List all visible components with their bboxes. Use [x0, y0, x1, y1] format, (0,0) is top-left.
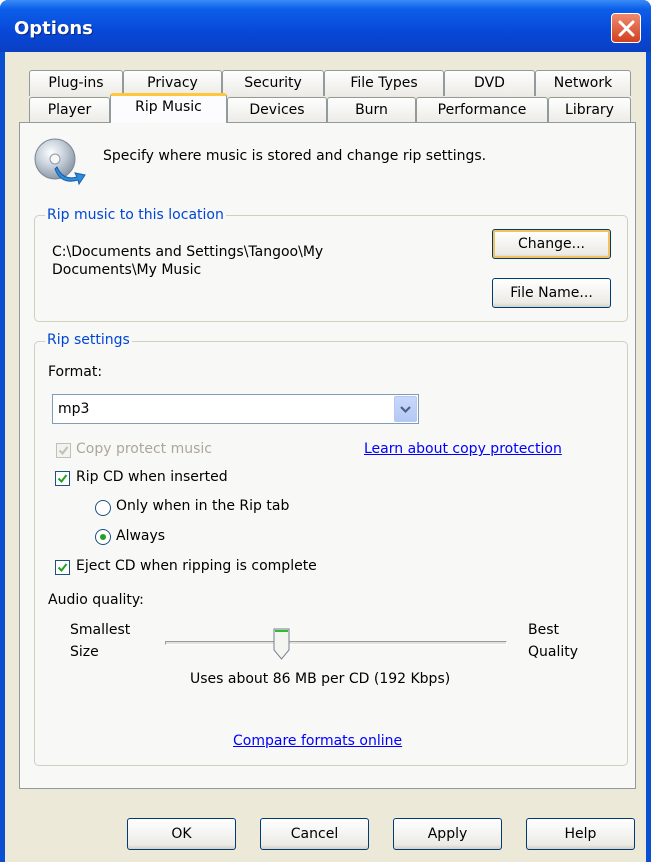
location-path-line1: C:\Documents and Settings\Tangoo\My: [52, 244, 324, 260]
close-icon: [618, 20, 635, 37]
radio-selected-dot: [100, 534, 106, 540]
smallest-size-label-2: Size: [70, 644, 99, 660]
checkmark-icon: [58, 446, 69, 456]
copy-protect-label: Copy protect music: [76, 441, 212, 457]
tab-performance[interactable]: Performance: [416, 97, 548, 123]
format-label: Format:: [48, 364, 103, 380]
tab-description: Specify where music is stored and change…: [103, 148, 487, 164]
smallest-size-label-1: Smallest: [70, 622, 131, 638]
tab-player[interactable]: Player: [29, 97, 110, 123]
location-path-line2: Documents\My Music: [52, 262, 202, 278]
only-rip-tab-radio[interactable]: [95, 500, 111, 516]
close-button[interactable]: [611, 13, 641, 43]
tab-plug-ins[interactable]: Plug-ins: [29, 70, 123, 96]
tab-dvd[interactable]: DVD: [444, 70, 535, 96]
only-rip-tab-label: Only when in the Rip tab: [116, 498, 290, 514]
learn-copy-protection-link[interactable]: Learn about copy protection: [364, 441, 562, 457]
location-group-label: Rip music to this location: [45, 207, 226, 223]
cancel-button[interactable]: Cancel: [260, 818, 369, 850]
tab-burn[interactable]: Burn: [327, 97, 416, 123]
checkmark-icon: [57, 563, 68, 573]
tab-library[interactable]: Library: [548, 97, 631, 123]
best-quality-label-1: Best: [528, 622, 560, 638]
change-button[interactable]: Change...: [492, 229, 611, 259]
audio-quality-slider-track[interactable]: [165, 641, 507, 645]
help-button[interactable]: Help: [526, 818, 635, 850]
tab-network[interactable]: Network: [535, 70, 631, 96]
format-select[interactable]: mp3: [52, 394, 419, 424]
dropdown-arrow-button[interactable]: [394, 396, 417, 422]
eject-label: Eject CD when ripping is complete: [76, 558, 317, 574]
chevron-down-icon: [400, 406, 411, 414]
tab-security[interactable]: Security: [222, 70, 324, 96]
always-radio[interactable]: [95, 529, 111, 545]
tab-rip-music[interactable]: Rip Music: [110, 93, 227, 123]
tab-devices[interactable]: Devices: [227, 97, 327, 123]
file-name-button[interactable]: File Name...: [492, 278, 611, 308]
format-value: mp3: [58, 401, 90, 417]
tab-file-types[interactable]: File Types: [324, 70, 444, 96]
audio-quality-slider-thumb[interactable]: [273, 628, 290, 660]
copy-protect-checkbox: [56, 443, 71, 458]
options-window: Options Plug-ins Privacy Security File T…: [0, 0, 651, 862]
compare-formats-link[interactable]: Compare formats online: [233, 733, 402, 749]
rip-when-inserted-checkbox[interactable]: [55, 471, 70, 486]
window-title: Options: [14, 18, 93, 39]
cd-rip-icon: [34, 138, 86, 186]
checkmark-icon: [57, 474, 68, 484]
rip-when-inserted-label: Rip CD when inserted: [76, 469, 228, 485]
title-bar[interactable]: Options: [0, 0, 651, 52]
audio-quality-label: Audio quality:: [48, 592, 144, 608]
always-label: Always: [116, 528, 166, 544]
rip-settings-group-label: Rip settings: [45, 332, 132, 348]
eject-checkbox[interactable]: [55, 560, 70, 575]
ok-button[interactable]: OK: [127, 818, 236, 850]
best-quality-label-2: Quality: [528, 644, 579, 660]
audio-usage-text: Uses about 86 MB per CD (192 Kbps): [190, 671, 451, 687]
apply-button[interactable]: Apply: [393, 818, 502, 850]
